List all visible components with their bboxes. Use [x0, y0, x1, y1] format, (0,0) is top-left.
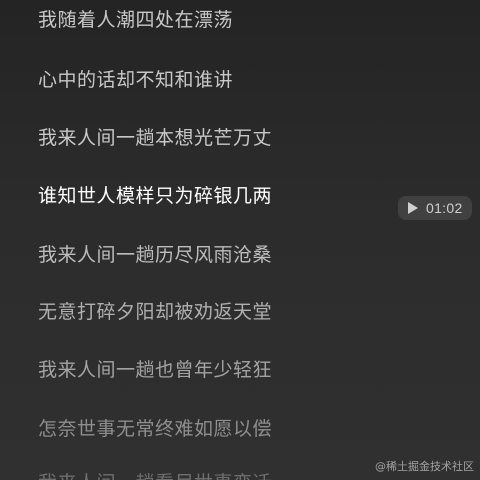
seek-to-line-button[interactable]: 01:02: [398, 196, 472, 220]
lyric-line[interactable]: 心中的话却不知和谁讲: [38, 67, 233, 93]
lyrics-list[interactable]: 我随着人潮四处在漂荡 心中的话却不知和谁讲 我来人间一趟本想光芒万丈 谁知世人模…: [0, 0, 480, 480]
lyric-line[interactable]: 无意打碎夕阳却被劝返天堂: [38, 299, 272, 325]
lyric-line-current[interactable]: 谁知世人模样只为碎银几两: [38, 183, 272, 209]
seek-time: 01:02: [426, 200, 463, 216]
lyric-line[interactable]: 我来人间一趟历尽风雨沧桑: [38, 242, 272, 268]
play-icon: [408, 202, 418, 214]
lyric-line[interactable]: 我来人间一趟看尽世事变迁: [38, 470, 272, 480]
lyric-line[interactable]: 怎奈世事无常终难如愿以偿: [38, 416, 272, 442]
lyric-line[interactable]: 我随着人潮四处在漂荡: [38, 7, 233, 33]
watermark: @稀土掘金技术社区: [375, 460, 474, 473]
lyric-line[interactable]: 我来人间一趟本想光芒万丈: [38, 125, 272, 151]
lyric-line[interactable]: 我来人间一趟也曾年少轻狂: [38, 357, 272, 383]
lyrics-screen: 我随着人潮四处在漂荡 心中的话却不知和谁讲 我来人间一趟本想光芒万丈 谁知世人模…: [0, 0, 480, 480]
